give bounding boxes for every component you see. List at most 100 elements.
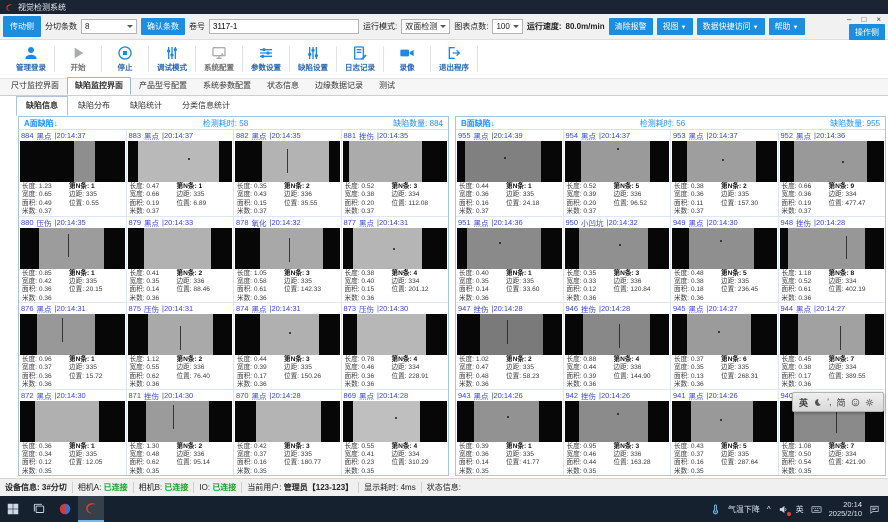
tab-defect-monitor[interactable]: 缺陷监控界面	[67, 77, 131, 95]
ime-english-mode[interactable]: 英	[799, 396, 808, 409]
defect-cell[interactable]: 871 挫伤 |20:14:30 长度: 1.30 宽度: 0.48 面积: 0…	[127, 390, 234, 476]
task-view-button[interactable]	[26, 496, 52, 522]
defect-cell[interactable]: 882 黑点 |20:14:35 长度: 0.35 宽度: 0.43 面积: 0…	[234, 130, 341, 216]
help-menu-button[interactable]: 帮助▼	[769, 18, 805, 35]
clear-alarm-button[interactable]: 清除报警	[609, 18, 653, 35]
defect-cell[interactable]: 881 挫伤 |20:14:35 长度: 0.52 宽度: 0.38 面积: 0…	[342, 130, 449, 216]
defect-cell[interactable]: 948 挫伤 |20:14:28 长度: 1.18 宽度: 0.52 面积: 0…	[779, 217, 886, 303]
ime-punctuation-mode[interactable]: ’,	[827, 397, 832, 407]
confirm-count-button[interactable]: 确认条数	[141, 18, 185, 35]
defect-cell[interactable]: 880 压伤 |20:14:35 长度: 0.85 宽度: 0.42 面积: 0…	[19, 217, 126, 303]
taskbar-app-inspection[interactable]	[78, 496, 104, 522]
defect-cell[interactable]: 949 黑点 |20:14:30 长度: 0.48 宽度: 0.38 面积: 0…	[671, 217, 778, 303]
stop-button[interactable]: 停止	[102, 45, 148, 73]
ime-toolbar[interactable]: 英 ’, 简	[792, 392, 884, 412]
ime-language-indicator[interactable]: 英	[796, 504, 804, 515]
defect-meter: 米数: 0.36	[345, 381, 449, 388]
defect-position: 位置: 33.60	[506, 286, 539, 294]
tab-status-info[interactable]: 状态信息	[259, 77, 307, 95]
data-shortcut-menu-button[interactable]: 数据快捷访问▼	[697, 18, 765, 35]
start-button[interactable]: 开始	[55, 45, 101, 73]
defect-cell[interactable]: 943 黑点 |20:14:26 长度: 0.39 宽度: 0.36 面积: 0…	[456, 390, 563, 476]
defect-cell[interactable]: 876 黑点 |20:14:31 长度: 0.96 宽度: 0.37 面积: 0…	[19, 303, 126, 389]
defect-info: 长度: 0.42 宽度: 0.37 面积: 0.16 米数: 0.35 第N条:…	[234, 442, 341, 476]
defect-cell[interactable]: 953 黑点 |20:14:37 长度: 0.38 宽度: 0.36 面积: 0…	[671, 130, 778, 216]
taskbar-clock[interactable]: 20:14 2025/2/10	[829, 500, 862, 519]
defect-cell[interactable]: 870 黑点 |20:14:28 长度: 0.42 宽度: 0.37 面积: 0…	[234, 390, 341, 476]
defect-cell-header: 872 黑点 |20:14:30	[19, 390, 126, 400]
defect-cell[interactable]: 869 黑点 |20:14:28 长度: 0.55 宽度: 0.41 面积: 0…	[342, 390, 449, 476]
weather-text[interactable]: 气温下降	[728, 504, 760, 515]
exit-program-button[interactable]: 退出程序	[431, 45, 477, 73]
defect-cell[interactable]: 951 黑点 |20:14:36 长度: 0.40 宽度: 0.35 面积: 0…	[456, 217, 563, 303]
roll-number-input[interactable]	[209, 19, 359, 34]
defect-cell[interactable]: 884 黑点 |20:14:37 长度: 1.23 宽度: 0.65 面积: 0…	[19, 130, 126, 216]
speed-value: 80.0m/min	[566, 22, 605, 31]
system-config-button[interactable]: 系统配置	[196, 45, 242, 73]
defect-cell[interactable]: 883 黑点 |20:14:37 长度: 0.47 宽度: 0.66 面积: 0…	[127, 130, 234, 216]
defect-cell[interactable]: 941 黑点 |20:14:26 长度: 0.43 宽度: 0.37 面积: 0…	[671, 390, 778, 476]
maximize-button[interactable]: □	[861, 15, 866, 24]
chart-points-select[interactable]: 100	[492, 19, 522, 34]
defect-info: 长度: 0.41 宽度: 0.35 面积: 0.14 米数: 0.36 第N条:…	[127, 269, 234, 303]
defect-cell[interactable]: 946 挫伤 |20:14:28 长度: 0.88 宽度: 0.44 面积: 0…	[564, 303, 671, 389]
defect-cell[interactable]: 878 氧化 |20:14:32 长度: 1.05 宽度: 0.58 面积: 0…	[234, 217, 341, 303]
taskbar-app-1[interactable]	[52, 496, 78, 522]
defect-cell[interactable]: 877 黑点 |20:14:31 长度: 0.38 宽度: 0.40 面积: 0…	[342, 217, 449, 303]
close-button[interactable]: ×	[876, 15, 881, 24]
tab-test[interactable]: 测试	[371, 77, 403, 95]
ime-simplified-mode[interactable]: 简	[837, 396, 846, 409]
camera-a-status: 相机A: 已连接	[78, 482, 128, 493]
defect-cell[interactable]: 944 黑点 |20:14:27 长度: 0.45 宽度: 0.38 面积: 0…	[779, 303, 886, 389]
subtab-class-info-statistics[interactable]: 分类信息统计	[172, 96, 240, 116]
subtab-defect-distribution[interactable]: 缺陷分布	[68, 96, 120, 116]
moon-icon[interactable]	[813, 398, 822, 407]
defect-image	[565, 401, 670, 442]
defect-info: 长度: 0.52 宽度: 0.38 面积: 0.20 米数: 0.37 第N条:…	[342, 182, 449, 216]
defect-mark	[842, 161, 844, 163]
defect-cell[interactable]: 873 压伤 |20:14:30 长度: 0.78 宽度: 0.46 面积: 0…	[342, 303, 449, 389]
defect-settings-button[interactable]: 缺陷设置	[290, 45, 336, 73]
defect-cell[interactable]: 952 黑点 |20:14:36 长度: 0.66 宽度: 0.36 面积: 0…	[779, 130, 886, 216]
defect-image	[780, 141, 885, 182]
defect-cell[interactable]: 942 挫伤 |20:14:26 长度: 0.95 宽度: 0.46 面积: 0…	[564, 390, 671, 476]
operate-side-button[interactable]: 操作侧	[849, 24, 885, 41]
main-tab-bar: 尺寸监控界面 缺陷监控界面 产品型号配置 系统参数配置 状态信息 边缘数据记录 …	[0, 79, 888, 96]
tab-system-parameter-config[interactable]: 系统参数配置	[195, 77, 259, 95]
defect-cell[interactable]: 955 黑点 |20:14:39 长度: 0.44 宽度: 0.36 面积: 0…	[456, 130, 563, 216]
defect-cell[interactable]: 875 压伤 |20:14:31 长度: 1.12 宽度: 0.55 面积: 0…	[127, 303, 234, 389]
action-center-icon[interactable]	[869, 504, 880, 515]
admin-login-button[interactable]: 管理登录	[8, 45, 54, 73]
subtab-defect-info[interactable]: 缺陷信息	[16, 96, 68, 116]
smiley-icon[interactable]	[851, 398, 860, 407]
defect-cell[interactable]: 879 黑点 |20:14:33 长度: 0.41 宽度: 0.35 面积: 0…	[127, 217, 234, 303]
start-button[interactable]	[0, 496, 26, 522]
tab-edge-data-record[interactable]: 边缘数据记录	[307, 77, 371, 95]
defect-cell[interactable]: 945 黑点 |20:14:27 长度: 0.37 宽度: 0.35 面积: 0…	[671, 303, 778, 389]
debug-mode-button[interactable]: 调试模式	[149, 45, 195, 73]
minimize-button[interactable]: –	[847, 15, 851, 24]
defect-cell[interactable]: 874 黑点 |20:14:31 长度: 0.44 宽度: 0.39 面积: 0…	[234, 303, 341, 389]
keyboard-icon[interactable]	[811, 504, 822, 515]
defect-cell[interactable]: 872 黑点 |20:14:30 长度: 0.36 宽度: 0.34 面积: 0…	[19, 390, 126, 476]
run-mode-select[interactable]: 双面检测	[401, 19, 450, 34]
defect-cell[interactable]: 950 小凹坑 |20:14:32 长度: 0.35 宽度: 0.33 面积: …	[564, 217, 671, 303]
split-count-select[interactable]: 8	[81, 19, 137, 34]
defect-cell[interactable]: 954 黑点 |20:14:37 长度: 0.52 宽度: 0.39 面积: 0…	[564, 130, 671, 216]
subtab-defect-statistics[interactable]: 缺陷统计	[120, 96, 172, 116]
drive-side-button[interactable]: 传动侧	[3, 16, 41, 37]
volume-button[interactable]	[778, 504, 789, 515]
defect-position: 位置: 35.55	[284, 200, 317, 208]
gear-icon[interactable]	[865, 398, 874, 407]
log-record-button[interactable]: 日志记录	[337, 45, 383, 73]
record-video-button[interactable]: 录像	[384, 45, 430, 73]
defect-id: 881	[344, 131, 357, 140]
defect-image	[343, 314, 448, 355]
defect-info: 长度: 0.45 宽度: 0.38 面积: 0.17 米数: 0.36 第N条:…	[779, 355, 886, 389]
view-menu-button[interactable]: 视图▼	[657, 18, 693, 35]
tab-product-model-config[interactable]: 产品型号配置	[131, 77, 195, 95]
defect-cell[interactable]: 947 挫伤 |20:14:28 长度: 1.02 宽度: 0.47 面积: 0…	[456, 303, 563, 389]
tab-size-monitor[interactable]: 尺寸监控界面	[3, 77, 67, 95]
tray-expand-chevron[interactable]: ^	[767, 505, 771, 514]
parameter-settings-button[interactable]: 参数设置	[243, 45, 289, 73]
